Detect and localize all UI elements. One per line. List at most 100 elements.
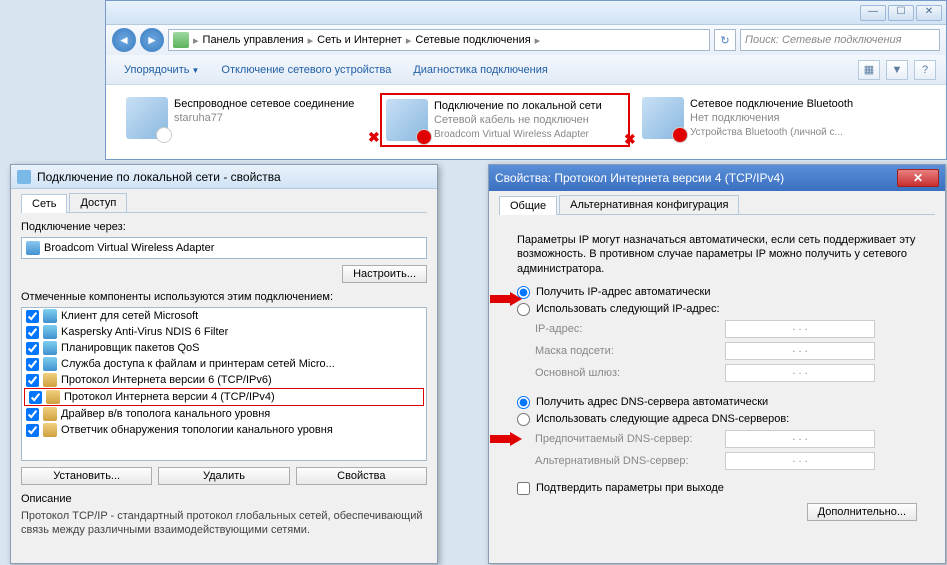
component-checkbox[interactable]: [26, 358, 39, 371]
arrow-pointer-icon: [490, 292, 522, 306]
tabs: Общие Альтернативная конфигурация: [499, 195, 935, 215]
minimize-button[interactable]: —: [860, 5, 886, 21]
connection-status: Нет подключения: [690, 111, 853, 125]
breadcrumb-item[interactable]: Сетевые подключения: [415, 34, 530, 46]
ip-input[interactable]: . . .: [725, 320, 875, 338]
checkbox-label: Подтвердить параметры при выходе: [536, 482, 724, 494]
component-checkbox[interactable]: [26, 342, 39, 355]
back-button[interactable]: ◄: [112, 28, 136, 52]
breadcrumb[interactable]: ▸ Панель управления ▸ Сеть и Интернет ▸ …: [168, 29, 710, 51]
client-icon: [43, 309, 57, 323]
breadcrumb-item[interactable]: Панель управления: [203, 34, 304, 46]
connection-lan[interactable]: Подключение по локальной сети Сетевой ка…: [380, 93, 630, 147]
component-label: Ответчик обнаружения топологии канальног…: [61, 424, 333, 436]
advanced-button[interactable]: Дополнительно...: [807, 503, 917, 521]
radio-auto-ip[interactable]: Получить IP-адрес автоматически: [517, 286, 917, 299]
mask-input[interactable]: . . .: [725, 342, 875, 360]
driver-icon: [43, 407, 57, 421]
disabled-x-icon: ✖: [368, 129, 384, 145]
radio-label: Получить адрес DNS-сервера автоматически: [536, 396, 768, 408]
close-button[interactable]: ✕: [916, 5, 942, 21]
component-label: Протокол Интернета версии 4 (TCP/IPv4): [64, 391, 275, 403]
search-input[interactable]: Поиск: Сетевые подключения: [740, 29, 940, 51]
qos-icon: [43, 341, 57, 355]
radio-input[interactable]: [517, 413, 530, 426]
properties-button[interactable]: Свойства: [296, 467, 427, 485]
component-label: Kaspersky Anti-Virus NDIS 6 Filter: [61, 326, 228, 338]
install-button[interactable]: Установить...: [21, 467, 152, 485]
connection-text: Беспроводное сетевое соединение staruha7…: [174, 97, 354, 143]
component-checkbox[interactable]: [26, 408, 39, 421]
component-label: Драйвер в/в тополога канального уровня: [61, 408, 270, 420]
disable-device-button[interactable]: Отключение сетевого устройства: [213, 60, 399, 80]
component-checkbox[interactable]: [26, 374, 39, 387]
wireless-icon: [126, 97, 168, 139]
component-item[interactable]: Ответчик обнаружения топологии канальног…: [22, 422, 426, 438]
view-icon[interactable]: ▦: [858, 60, 880, 80]
component-item[interactable]: Клиент для сетей Microsoft: [22, 308, 426, 324]
chevron-right-icon: ▸: [404, 34, 414, 47]
dialog-body: Сеть Доступ Подключение через: Broadcom …: [11, 189, 437, 548]
help-icon[interactable]: ?: [914, 60, 936, 80]
info-text: Параметры IP могут назначаться автоматич…: [517, 233, 917, 276]
component-item[interactable]: Драйвер в/в тополога канального уровня: [22, 406, 426, 422]
description-title: Описание: [21, 493, 427, 505]
maximize-button[interactable]: ☐: [888, 5, 914, 21]
component-item[interactable]: Протокол Интернета версии 6 (TCP/IPv6): [22, 372, 426, 388]
tab-network[interactable]: Сеть: [21, 194, 67, 213]
component-item[interactable]: Kaspersky Anti-Virus NDIS 6 Filter: [22, 324, 426, 340]
filter-icon: [43, 325, 57, 339]
adapter-name: Broadcom Virtual Wireless Adapter: [44, 242, 214, 254]
validate-checkbox[interactable]: [517, 482, 530, 495]
radio-manual-dns[interactable]: Использовать следующие адреса DNS-сервер…: [517, 413, 917, 426]
organize-menu[interactable]: Упорядочить▼: [116, 60, 207, 80]
configure-button[interactable]: Настроить...: [342, 265, 427, 283]
validate-checkbox-row[interactable]: Подтвердить параметры при выходе: [517, 482, 917, 495]
tab-general[interactable]: Общие: [499, 196, 557, 215]
tab-alternative[interactable]: Альтернативная конфигурация: [559, 195, 739, 214]
radio-auto-dns[interactable]: Получить адрес DNS-сервера автоматически: [517, 396, 917, 409]
connection-title: Сетевое подключение Bluetooth: [690, 97, 853, 111]
titlebar: — ☐ ✕: [106, 1, 946, 25]
component-item-ipv4[interactable]: Протокол Интернета версии 4 (TCP/IPv4): [24, 388, 424, 406]
radio-manual-ip[interactable]: Использовать следующий IP-адрес:: [517, 303, 917, 316]
refresh-button[interactable]: ↻: [714, 29, 736, 51]
component-label: Клиент для сетей Microsoft: [61, 310, 198, 322]
component-checkbox[interactable]: [26, 310, 39, 323]
radio-input[interactable]: [517, 396, 530, 409]
components-list[interactable]: Клиент для сетей Microsoft Kaspersky Ant…: [21, 307, 427, 461]
dns1-input[interactable]: . . .: [725, 430, 875, 448]
bluetooth-icon: [642, 97, 684, 139]
ip-field-row: IP-адрес: . . .: [517, 320, 917, 338]
dns2-input[interactable]: . . .: [725, 452, 875, 470]
gateway-input[interactable]: . . .: [725, 364, 875, 382]
component-item[interactable]: Служба доступа к файлам и принтерам сете…: [22, 356, 426, 372]
connection-wireless[interactable]: Беспроводное сетевое соединение staruha7…: [122, 93, 372, 147]
component-checkbox[interactable]: [26, 326, 39, 339]
connection-text: Сетевое подключение Bluetooth Нет подклю…: [690, 97, 853, 143]
chevron-right-icon: ▸: [306, 34, 316, 47]
dialog-title-text: Свойства: Протокол Интернета версии 4 (T…: [495, 171, 784, 185]
component-item[interactable]: Планировщик пакетов QoS: [22, 340, 426, 356]
component-buttons: Установить... Удалить Свойства: [21, 467, 427, 485]
connection-bluetooth[interactable]: Сетевое подключение Bluetooth Нет подклю…: [638, 93, 888, 147]
breadcrumb-item[interactable]: Сеть и Интернет: [317, 34, 402, 46]
dialog-title: Подключение по локальной сети - свойства: [11, 165, 437, 189]
network-icon: [173, 32, 189, 48]
diagnose-button[interactable]: Диагностика подключения: [405, 60, 555, 80]
field-label: IP-адрес:: [535, 323, 725, 335]
chevron-down-icon: ▼: [191, 66, 199, 75]
component-checkbox[interactable]: [26, 424, 39, 437]
connection-text: Подключение по локальной сети Сетевой ка…: [434, 99, 602, 141]
forward-button[interactable]: ►: [140, 28, 164, 52]
field-label: Предпочитаемый DNS-сервер:: [535, 433, 725, 445]
radio-label: Использовать следующий IP-адрес:: [536, 303, 720, 315]
view-dropdown-icon[interactable]: ▼: [886, 60, 908, 80]
component-checkbox[interactable]: [29, 391, 42, 404]
remove-button[interactable]: Удалить: [158, 467, 289, 485]
close-button[interactable]: ✕: [897, 169, 939, 187]
tab-access[interactable]: Доступ: [69, 193, 127, 212]
advanced-row: Дополнительно...: [517, 503, 917, 521]
connection-title: Беспроводное сетевое соединение: [174, 97, 354, 111]
toolbar-icons: ▦ ▼ ?: [858, 60, 936, 80]
